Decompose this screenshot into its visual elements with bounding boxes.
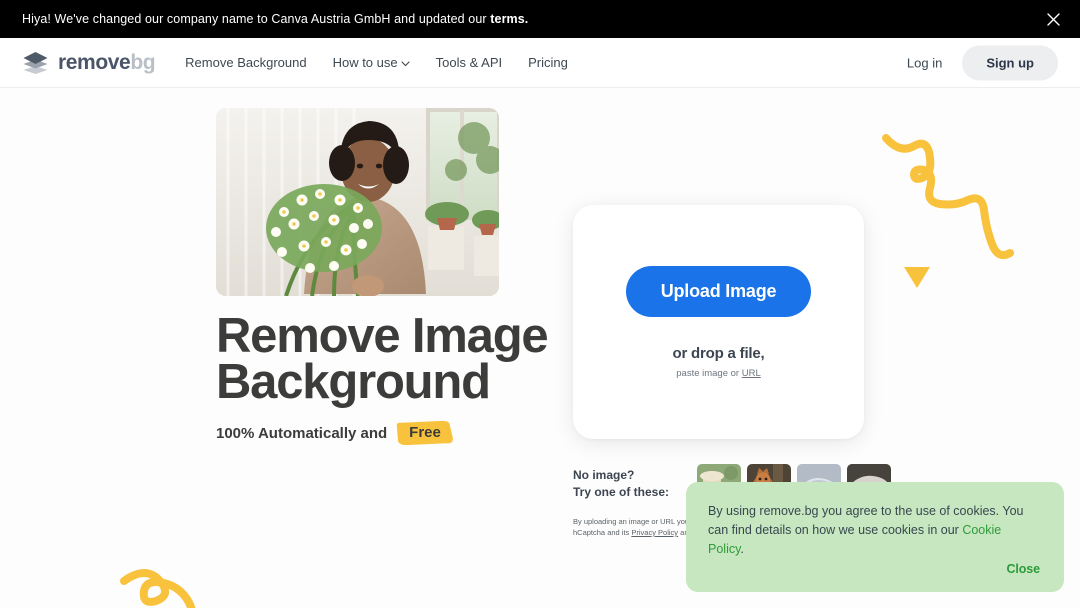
header-actions: Log in Sign up <box>895 45 1058 80</box>
url-link[interactable]: URL <box>742 368 761 379</box>
free-badge-label: Free <box>409 424 441 441</box>
announcement-terms-link[interactable]: terms. <box>490 12 528 26</box>
brand-word-light: bg <box>130 50 156 74</box>
hero-photo <box>216 108 499 296</box>
announcement-banner: Hiya! We've changed our company name to … <box>0 0 1080 38</box>
site-header: removebg Remove Background How to use To… <box>0 38 1080 88</box>
yellow-swirl-decoration <box>118 565 208 608</box>
squiggle-icon <box>882 134 1014 260</box>
hero-subline: 100% Automatically and Free <box>216 420 454 446</box>
nav-label: Tools & API <box>435 55 503 70</box>
cookie-consent-banner: By using remove.bg you agree to the use … <box>686 482 1064 592</box>
nav-label: How to use <box>332 55 398 70</box>
cookie-banner-text: By using remove.bg you agree to the use … <box>708 502 1040 559</box>
fineprint-line-2-prefix: hCaptcha and its <box>573 528 632 537</box>
announcement-text-main: Hiya! We've changed our company name to … <box>22 12 491 26</box>
main-nav: Remove Background How to use Tools & API… <box>185 55 568 70</box>
samples-label-line-2: Try one of these: <box>573 485 670 499</box>
upload-image-button[interactable]: Upload Image <box>625 265 812 317</box>
upload-card[interactable]: Upload Image or drop a file, paste image… <box>573 205 864 439</box>
announcement-text: Hiya! We've changed our company name to … <box>22 12 528 26</box>
privacy-policy-link[interactable]: Privacy Policy <box>631 528 678 537</box>
paste-hint: paste image or URL <box>676 368 761 379</box>
yellow-triangle-decoration <box>903 265 931 294</box>
samples-label-line-1: No image? <box>573 468 635 482</box>
brand-logo[interactable]: removebg <box>22 50 156 75</box>
signup-button[interactable]: Sign up <box>962 45 1058 80</box>
nav-label: Pricing <box>528 55 568 70</box>
cookie-close-button[interactable]: Close <box>1006 562 1040 576</box>
nav-item-remove-background[interactable]: Remove Background <box>185 55 306 70</box>
subline-text: 100% Automatically and <box>216 424 388 442</box>
yellow-squiggle-decoration <box>878 128 1018 288</box>
drop-file-text: or drop a file, <box>672 344 765 362</box>
close-icon[interactable] <box>1040 6 1066 32</box>
cookie-text-suffix: . <box>740 542 744 556</box>
nav-label: Remove Background <box>185 55 307 70</box>
login-button[interactable]: Log in <box>895 49 954 76</box>
nav-item-pricing[interactable]: Pricing <box>528 55 568 70</box>
samples-label: No image? Try one of these: <box>573 464 669 501</box>
swirl-icon <box>120 569 196 608</box>
nav-item-tools-api[interactable]: Tools & API <box>436 55 502 70</box>
free-badge: Free <box>395 420 454 446</box>
brand-wordmark: removebg <box>58 50 156 75</box>
woman-holding-daisies-photo <box>216 108 499 296</box>
layers-diamond-icon <box>23 51 48 74</box>
brand-word-dark: remove <box>58 50 131 74</box>
nav-item-how-to-use[interactable]: How to use <box>333 55 410 70</box>
triangle-icon <box>904 267 930 288</box>
chevron-down-icon <box>401 60 410 66</box>
paste-hint-text: paste image or <box>676 367 742 379</box>
page-root: Hiya! We've changed our company name to … <box>0 0 1080 608</box>
